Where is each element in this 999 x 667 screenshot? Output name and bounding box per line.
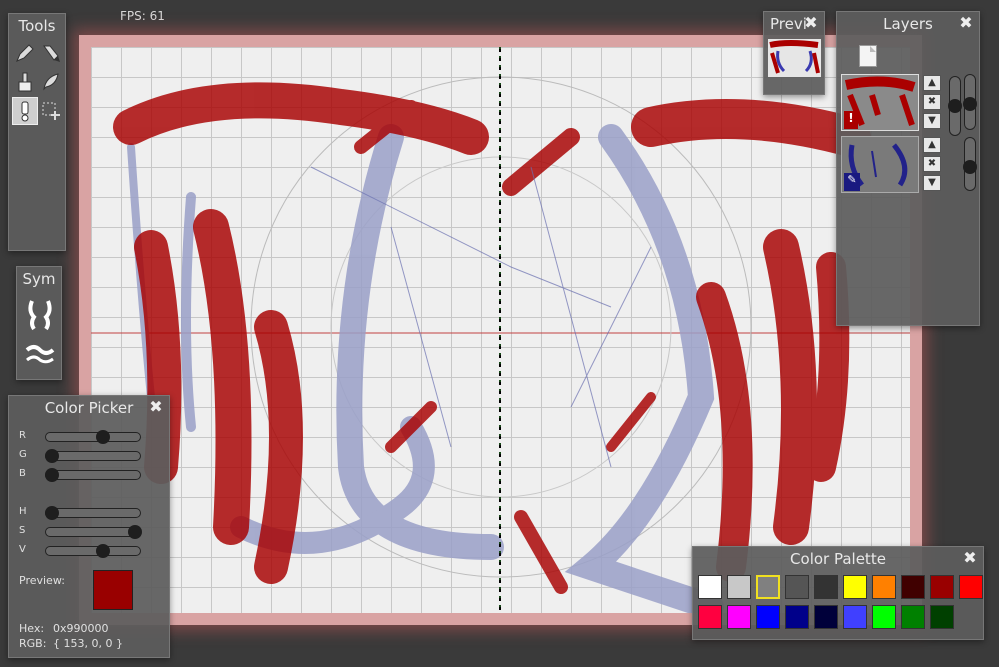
- palette-swatch[interactable]: [872, 575, 896, 599]
- layer-1-exclamation-icon: !: [844, 111, 858, 129]
- layer-item-2[interactable]: ✎: [841, 136, 919, 193]
- vertical-symmetry-icon: [28, 300, 52, 331]
- blue-slider-knob[interactable]: [45, 468, 59, 482]
- fps-counter: FPS: 61: [120, 9, 165, 23]
- horizontal-symmetry-icon: [25, 345, 55, 364]
- palette-swatch[interactable]: [785, 605, 809, 629]
- hue-slider[interactable]: [45, 506, 141, 520]
- palette-swatch[interactable]: [727, 605, 751, 629]
- color-picker-panel: Color Picker ✖ R G B H S V Preview: Hex:…: [8, 395, 170, 658]
- palette-swatch[interactable]: [756, 575, 780, 599]
- palette-swatch[interactable]: [785, 575, 809, 599]
- value-label: V: [19, 544, 26, 555]
- color-palette-close-icon[interactable]: ✖: [961, 549, 979, 567]
- symmetry-panel: Sym: [16, 266, 62, 380]
- palette-swatch[interactable]: [930, 575, 954, 599]
- color-preview-swatch: [93, 570, 133, 610]
- preview-panel: Previ ✖: [763, 11, 825, 95]
- saturation-slider-knob[interactable]: [128, 525, 142, 539]
- palette-swatch[interactable]: [959, 575, 983, 599]
- hex-value: 0x990000: [53, 622, 109, 635]
- layer-1-opacity-slider[interactable]: [948, 76, 962, 136]
- pencil-icon: [16, 44, 34, 62]
- exclamation-icon: [21, 101, 29, 122]
- rgb-label: RGB:: [19, 637, 47, 650]
- palette-swatch[interactable]: [843, 575, 867, 599]
- marker-tool-button[interactable]: [38, 39, 64, 67]
- feather-tool-button[interactable]: [38, 68, 64, 96]
- brush-tool-button[interactable]: [12, 68, 38, 96]
- saturation-label: S: [19, 525, 26, 536]
- feather-icon: [43, 73, 59, 91]
- preview-thumbnail: [768, 39, 821, 77]
- red-slider-knob[interactable]: [96, 430, 110, 444]
- palette-swatch[interactable]: [872, 605, 896, 629]
- layer-1-delete-button[interactable]: ✖: [923, 94, 941, 110]
- value-slider-knob[interactable]: [96, 544, 110, 558]
- layers-panel: Layers ✖ ! ▲ ✖ ▼ ✎ ▲ ✖ ▼: [836, 11, 980, 326]
- new-layer-button[interactable]: [859, 45, 877, 67]
- layer-item-1[interactable]: !: [841, 74, 919, 131]
- hue-label: H: [19, 506, 27, 517]
- color-picker-close-icon[interactable]: ✖: [147, 398, 165, 416]
- layer-2-up-button[interactable]: ▲: [923, 137, 941, 153]
- color-picker-title: Color Picker: [44, 399, 134, 417]
- horizontal-symmetry-button[interactable]: [22, 339, 58, 369]
- palette-swatch[interactable]: [698, 605, 722, 629]
- pencil-tool-button[interactable]: [12, 39, 38, 67]
- palette-swatch[interactable]: [901, 575, 925, 599]
- hex-label: Hex:: [19, 622, 45, 635]
- blue-slider[interactable]: [45, 468, 141, 482]
- palette-swatch[interactable]: [698, 575, 722, 599]
- layer-1-visibility-slider[interactable]: [963, 74, 977, 130]
- preview-close-icon[interactable]: ✖: [802, 14, 820, 32]
- color-palette-title: Color Palette: [790, 550, 886, 568]
- blue-label: B: [19, 468, 26, 479]
- saturation-slider[interactable]: [45, 525, 142, 539]
- palette-swatch[interactable]: [727, 575, 751, 599]
- palette-swatch[interactable]: [901, 605, 925, 629]
- new-page-icon: [870, 46, 876, 52]
- tools-panel: Tools: [8, 13, 66, 251]
- layers-close-icon[interactable]: ✖: [957, 14, 975, 32]
- select-icon: [42, 102, 60, 120]
- canvas-artwork: [91, 47, 910, 613]
- layer-1-up-button[interactable]: ▲: [923, 75, 941, 91]
- color-palette-panel: Color Palette ✖: [692, 546, 984, 640]
- tools-panel-title: Tools: [18, 17, 56, 35]
- symmetry-panel-title: Sym: [22, 270, 56, 288]
- palette-swatch[interactable]: [756, 605, 780, 629]
- layer-2-down-button[interactable]: ▼: [923, 175, 941, 191]
- select-tool-button[interactable]: [38, 97, 64, 125]
- layer-1-down-button[interactable]: ▼: [923, 113, 941, 129]
- value-slider[interactable]: [45, 544, 141, 558]
- exclamation-tool-button[interactable]: [12, 97, 38, 125]
- vertical-symmetry-button[interactable]: [22, 295, 58, 333]
- green-label: G: [19, 449, 27, 460]
- palette-swatch[interactable]: [930, 605, 954, 629]
- hue-slider-knob[interactable]: [45, 506, 59, 520]
- layer-2-delete-button[interactable]: ✖: [923, 156, 941, 172]
- marker-icon: [43, 45, 60, 62]
- red-label: R: [19, 430, 26, 441]
- palette-swatch[interactable]: [814, 575, 838, 599]
- palette-swatch[interactable]: [814, 605, 838, 629]
- rgb-value: { 153, 0, 0 }: [53, 637, 123, 650]
- brush-icon: [18, 72, 32, 92]
- green-slider[interactable]: [45, 449, 141, 463]
- drawing-canvas-frame: [79, 35, 922, 625]
- palette-swatch[interactable]: [843, 605, 867, 629]
- layer-2-opacity-slider[interactable]: [963, 137, 977, 191]
- layer-2-feather-icon: ✎: [844, 173, 860, 191]
- red-slider[interactable]: [45, 430, 141, 444]
- green-slider-knob[interactable]: [45, 449, 59, 463]
- preview-label: Preview:: [19, 574, 65, 587]
- drawing-canvas[interactable]: [91, 47, 910, 613]
